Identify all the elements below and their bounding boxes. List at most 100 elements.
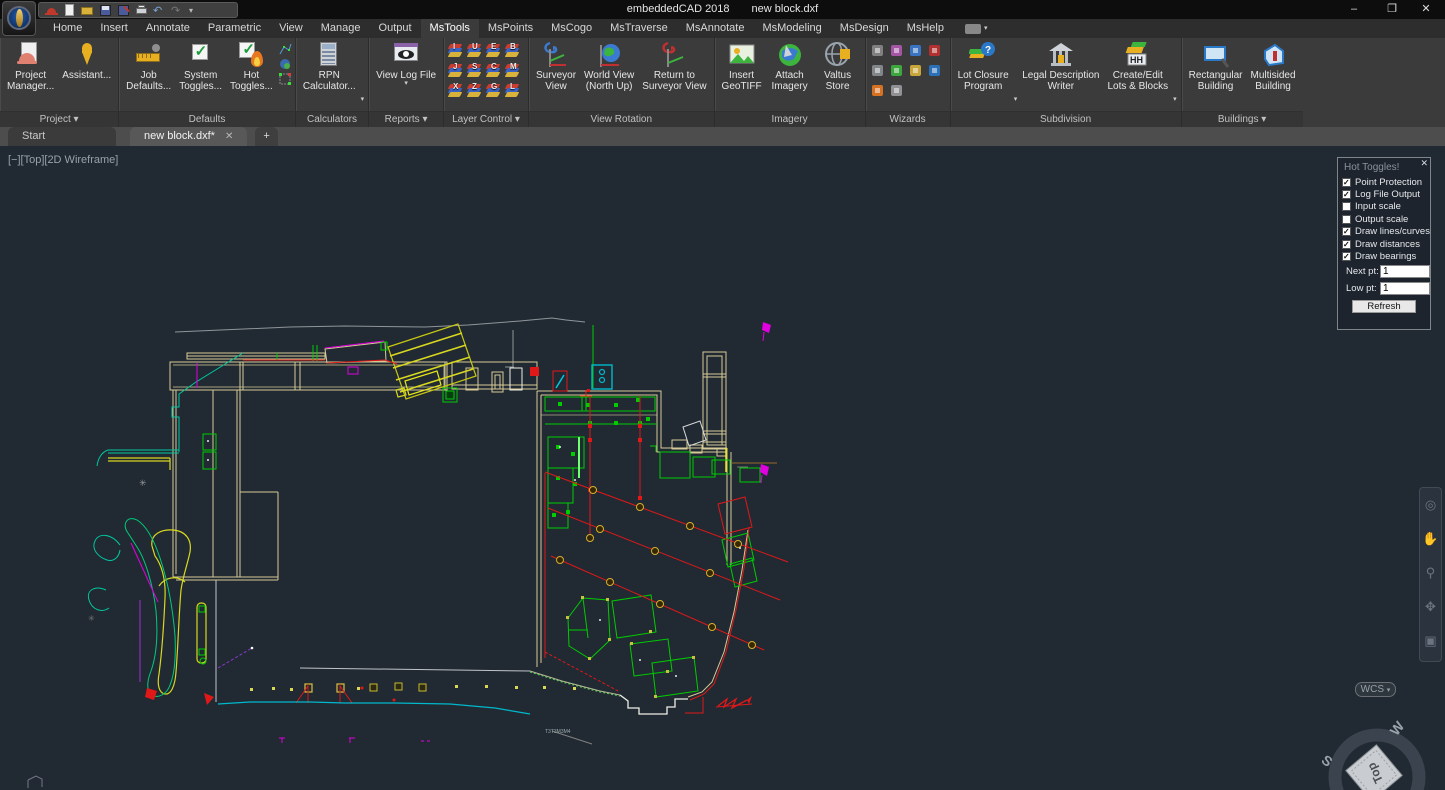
assistant-button[interactable]: Assistant... xyxy=(59,40,114,82)
tab-manage[interactable]: Manage xyxy=(312,19,370,38)
group-label-reports[interactable]: Reports ▾ xyxy=(369,111,444,127)
pan-icon[interactable]: ✋ xyxy=(1420,522,1441,556)
group-label-project[interactable]: Project ▾ xyxy=(0,111,119,127)
toggle-draw-lines-curves[interactable]: ✓ Draw lines/curves xyxy=(1338,226,1430,238)
sphere-defaults-icon[interactable] xyxy=(278,57,291,69)
minimize-button[interactable]: – xyxy=(1339,0,1369,19)
surveyor-view-button[interactable]: Surveyor View xyxy=(533,40,579,93)
tab-insert[interactable]: Insert xyxy=(91,19,137,38)
palette-close-icon[interactable]: ✕ xyxy=(1420,158,1428,169)
tab-mstools[interactable]: MsTools xyxy=(420,19,479,38)
plot-icon[interactable] xyxy=(135,4,148,16)
save-as-icon[interactable] xyxy=(117,4,130,16)
lot-closure-button[interactable]: ? Lot Closure Program xyxy=(955,40,1012,93)
group-label-imagery[interactable]: Imagery xyxy=(714,111,865,127)
tab-mscogo[interactable]: MsCogo xyxy=(542,19,601,38)
layer-control-icon-e[interactable]: E xyxy=(485,42,502,58)
toggle-draw-distances[interactable]: ✓ Draw distances xyxy=(1338,238,1430,250)
viewcube[interactable]: W S Top xyxy=(1310,705,1445,790)
orbit-icon[interactable]: ✥ xyxy=(1420,590,1441,624)
group-label-view-rotation[interactable]: View Rotation xyxy=(529,111,714,127)
wizard-icon-2[interactable] xyxy=(908,42,924,58)
wizard-icon-6[interactable] xyxy=(908,62,924,78)
low-pt-input[interactable] xyxy=(1380,281,1430,295)
open-file-icon[interactable] xyxy=(81,4,94,16)
tab-home[interactable]: Home xyxy=(44,19,91,38)
group-label-subdivision[interactable]: Subdivision xyxy=(950,111,1181,127)
close-button[interactable]: ✕ xyxy=(1411,0,1441,19)
attach-imagery-button[interactable]: Attach Imagery xyxy=(767,40,813,93)
full-navigation-wheel-icon[interactable]: ◎ xyxy=(1420,488,1441,522)
tab-msdesign[interactable]: MsDesign xyxy=(831,19,898,38)
next-pt-input[interactable] xyxy=(1380,264,1430,278)
ribbon-display-caret-icon[interactable]: ▾ xyxy=(984,25,988,32)
refresh-button[interactable]: Refresh xyxy=(1352,299,1416,313)
view-log-file-caret-icon[interactable]: ▾ xyxy=(404,80,408,87)
group-label-defaults[interactable]: Defaults xyxy=(119,111,295,127)
hot-toggles-button[interactable]: Hot Toggles... xyxy=(227,40,276,93)
system-toggles-button[interactable]: System Toggles... xyxy=(176,40,225,93)
tab-close-icon[interactable]: ✕ xyxy=(225,131,233,142)
group-label-layer-control[interactable]: Layer Control ▾ xyxy=(444,111,529,127)
new-tab-button[interactable]: + xyxy=(255,127,278,146)
showmotion-icon[interactable]: ▣ xyxy=(1420,624,1441,658)
undo-icon[interactable]: ↶ xyxy=(153,4,166,17)
view-log-file-button[interactable]: View Log File ▾ xyxy=(373,40,439,88)
wizard-icon-0[interactable] xyxy=(870,42,886,58)
wizard-icon-4[interactable] xyxy=(870,62,886,78)
toggle-input-scale[interactable]: Input scale xyxy=(1338,201,1430,213)
application-menu-button[interactable] xyxy=(2,1,36,36)
rpn-calculator-caret-icon[interactable]: ▾ xyxy=(361,96,365,111)
wizard-icon-1[interactable] xyxy=(889,42,905,58)
maximize-button[interactable]: ❐ xyxy=(1377,0,1407,19)
wizard-icon-7[interactable] xyxy=(927,62,943,78)
valtus-store-button[interactable]: Valtus Store xyxy=(815,40,861,93)
lot-closure-caret-icon[interactable]: ▾ xyxy=(1014,96,1018,111)
project-manager-button[interactable]: Project Manager... xyxy=(4,40,57,93)
wizard-icon-3[interactable] xyxy=(927,42,943,58)
node-defaults-icon[interactable] xyxy=(278,72,291,85)
world-view-button[interactable]: World View (North Up) xyxy=(581,40,637,93)
viewport-controls[interactable]: [−][Top][2D Wireframe] xyxy=(8,154,118,166)
tab-mspoints[interactable]: MsPoints xyxy=(479,19,542,38)
polyline-defaults-icon[interactable] xyxy=(278,42,292,55)
wizard-icon-8[interactable] xyxy=(870,82,886,98)
group-label-buildings[interactable]: Buildings ▾ xyxy=(1181,111,1303,127)
zoom-icon[interactable]: ⚲ xyxy=(1420,556,1441,590)
layer-control-icon-i[interactable]: I xyxy=(447,42,464,58)
redo-icon[interactable]: ↷ xyxy=(171,4,184,17)
multisided-building-button[interactable]: Multisided Building xyxy=(1248,40,1299,93)
group-label-wizards[interactable]: Wizards xyxy=(865,111,950,127)
tab-start[interactable]: Start xyxy=(8,127,116,146)
toggle-draw-bearings[interactable]: ✓ Draw bearings xyxy=(1338,250,1430,262)
return-surveyor-view-button[interactable]: Return to Surveyor View xyxy=(639,40,709,93)
rectangular-building-button[interactable]: Rectangular Building xyxy=(1186,40,1246,93)
toggle-log-file-output[interactable]: ✓ Log File Output xyxy=(1338,188,1430,200)
insert-geotiff-button[interactable]: Insert GeoTIFF xyxy=(719,40,765,93)
tab-document[interactable]: new block.dxf* ✕ xyxy=(130,127,248,146)
tab-msmodeling[interactable]: MsModeling xyxy=(753,19,830,38)
wcs-dropdown[interactable]: WCS ▾ xyxy=(1355,682,1396,697)
save-icon[interactable] xyxy=(99,4,112,16)
new-file-icon[interactable] xyxy=(63,4,76,16)
qat-overflow-icon[interactable]: ▾ xyxy=(189,6,193,15)
layer-control-icon-s[interactable]: S xyxy=(466,62,483,78)
layer-control-icon-u[interactable]: U xyxy=(466,42,483,58)
ribbon-display-icon[interactable] xyxy=(964,23,981,34)
tab-annotate[interactable]: Annotate xyxy=(137,19,199,38)
layer-control-icon-g[interactable]: G xyxy=(485,82,502,98)
workspace-icon[interactable] xyxy=(45,4,58,16)
layer-control-icon-c[interactable]: C xyxy=(485,62,502,78)
tab-output[interactable]: Output xyxy=(370,19,421,38)
layer-control-icon-b[interactable]: B xyxy=(504,42,521,58)
tab-parametric[interactable]: Parametric xyxy=(199,19,270,38)
toggle-output-scale[interactable]: Output scale xyxy=(1338,213,1430,225)
tab-msannotate[interactable]: MsAnnotate xyxy=(677,19,754,38)
wizard-icon-5[interactable] xyxy=(889,62,905,78)
job-defaults-button[interactable]: Job Defaults... xyxy=(123,40,174,93)
create-edit-lots-caret-icon[interactable]: ▾ xyxy=(1173,96,1177,111)
rpn-calculator-button[interactable]: RPN Calculator... xyxy=(300,40,359,93)
tab-mstraverse[interactable]: MsTraverse xyxy=(601,19,677,38)
legal-description-button[interactable]: Legal Description Writer xyxy=(1019,40,1102,93)
layer-control-icon-j[interactable]: J xyxy=(447,62,464,78)
